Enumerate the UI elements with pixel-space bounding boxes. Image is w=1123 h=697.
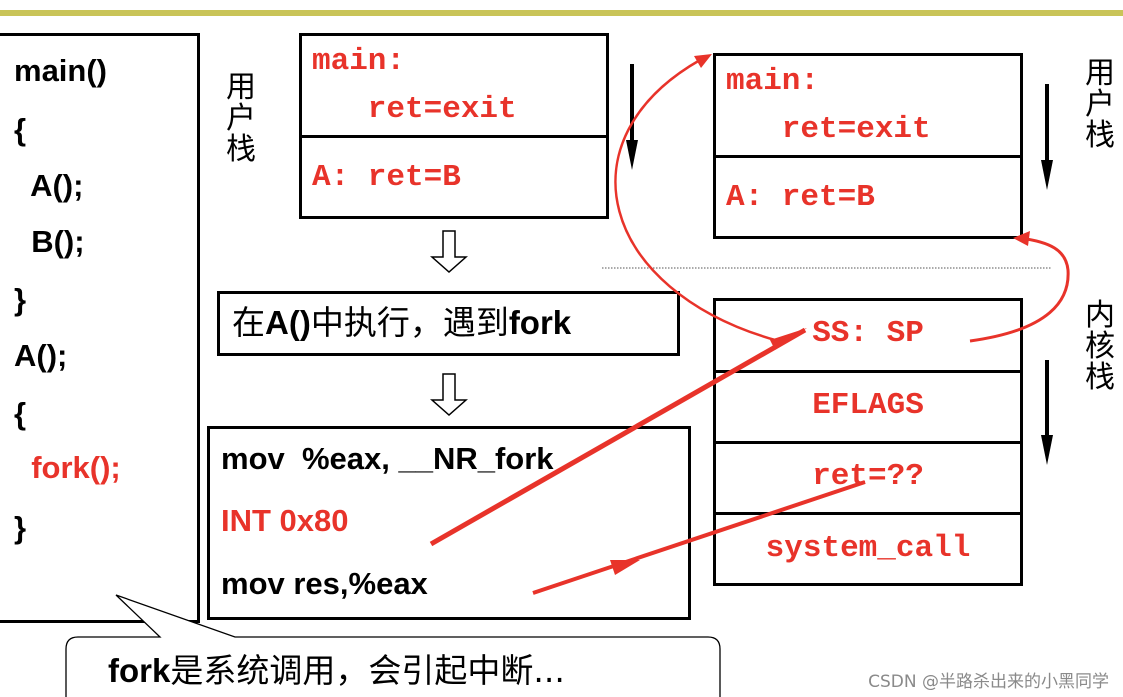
watermark: CSDN @半路杀出来的小黑同学 bbox=[868, 672, 1109, 692]
text: fork bbox=[108, 652, 171, 689]
diagram-overlay bbox=[65, 54, 1070, 697]
return-to-user-arrow bbox=[532, 480, 866, 595]
stack-growth-arrow-right bbox=[1041, 84, 1053, 190]
sp-pointer-curve bbox=[969, 236, 1070, 343]
int-to-kernel-arrow bbox=[429, 327, 807, 547]
stack-growth-arrow-kernel bbox=[1041, 360, 1053, 465]
callout-text: fork是系统调用，会引起中断... bbox=[108, 654, 565, 687]
flow-arrow-down-icon bbox=[430, 373, 468, 417]
arrowhead bbox=[770, 328, 807, 350]
arrowhead bbox=[610, 560, 640, 575]
return-curve-arrow bbox=[614, 58, 776, 342]
text: 是系统调用，会引起中断... bbox=[170, 651, 565, 690]
flow-arrow-down-icon bbox=[430, 230, 468, 274]
arrowhead bbox=[1013, 231, 1030, 246]
